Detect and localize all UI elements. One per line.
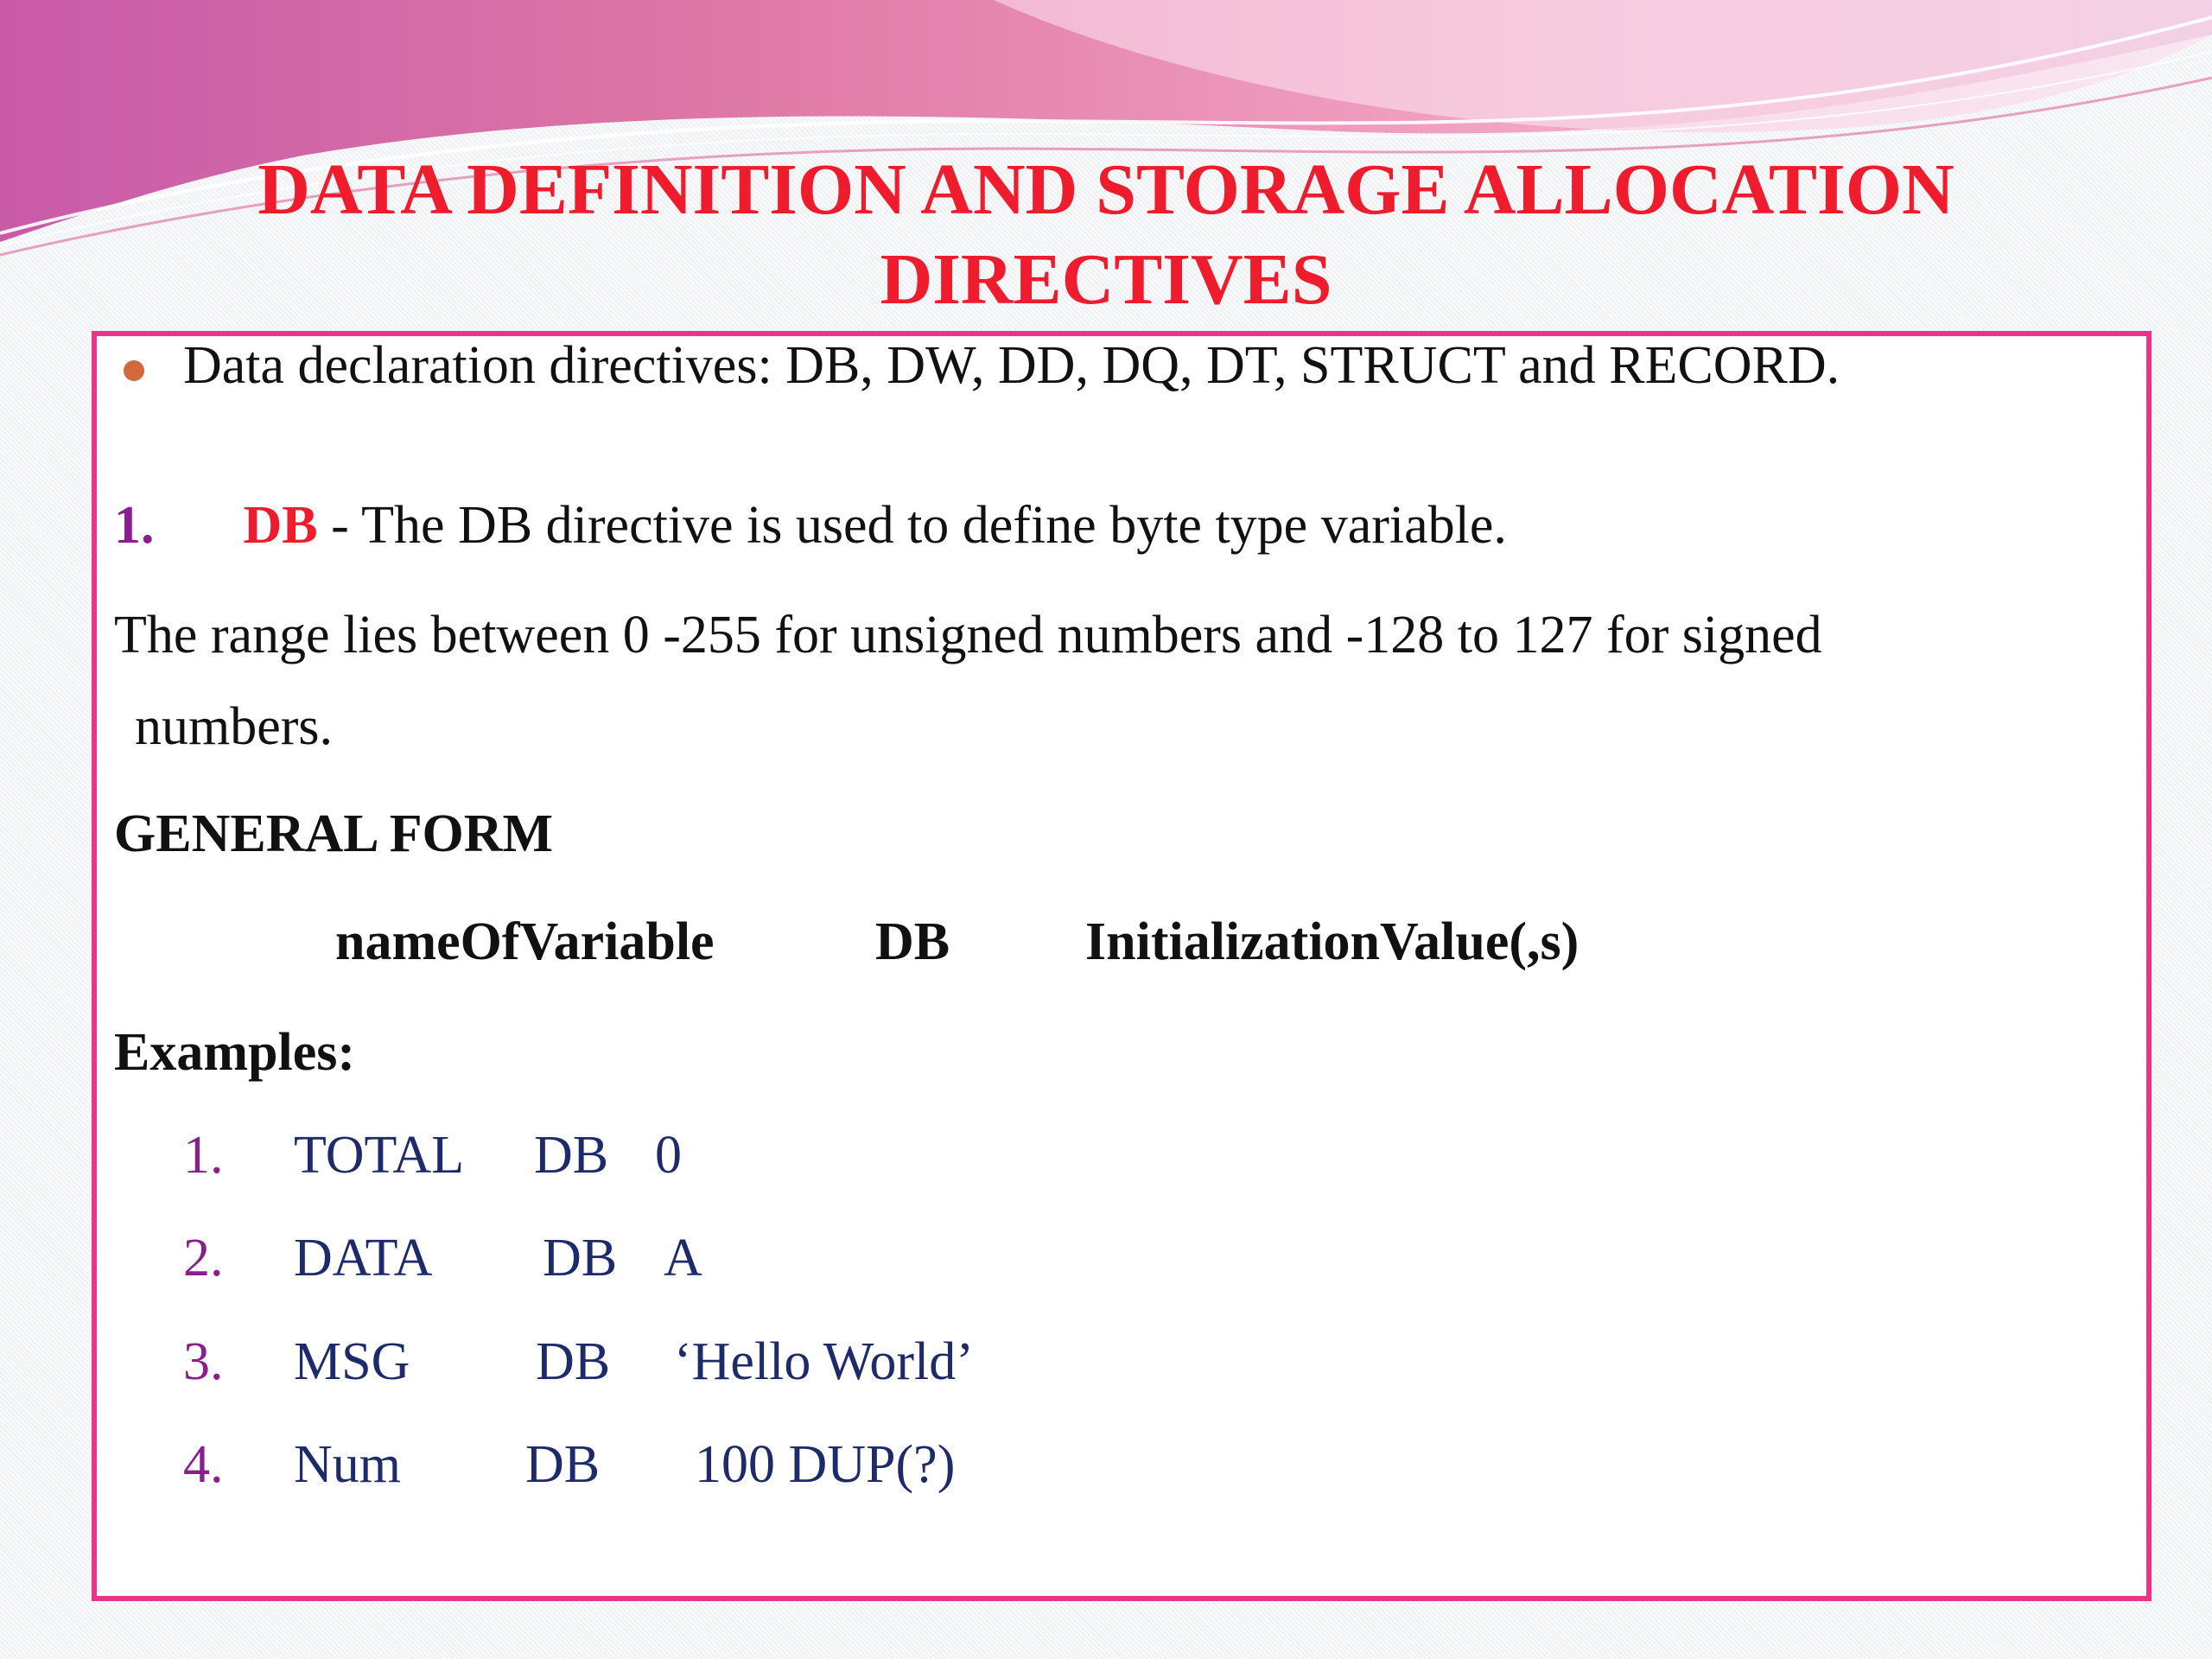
slide-title: DATA DEFINITION AND STORAGE ALLOCATION D… bbox=[0, 145, 2212, 325]
example-1-number: 1. bbox=[183, 1126, 224, 1185]
example-1-directive: DB bbox=[534, 1126, 609, 1185]
example-3-directive: DB bbox=[536, 1332, 611, 1391]
example-2-name: DATA bbox=[294, 1229, 433, 1287]
general-form-directive: DB bbox=[875, 912, 950, 971]
example-4-value: 100 DUP(?) bbox=[695, 1435, 956, 1494]
title-line-2: DIRECTIVES bbox=[880, 239, 1332, 320]
example-3-number: 3. bbox=[183, 1332, 224, 1391]
bullet-text: Data declaration directives: DB, DW, DD,… bbox=[183, 336, 1840, 395]
item-1-row: 1. DB - The DB directive is used to defi… bbox=[114, 495, 1507, 556]
example-4-number: 4. bbox=[183, 1435, 224, 1494]
range-line-2: numbers. bbox=[135, 697, 334, 756]
general-form-name: nameOfVariable bbox=[335, 912, 715, 971]
item-1-description: - The DB directive is used to define byt… bbox=[331, 496, 1507, 555]
example-2-directive: DB bbox=[543, 1229, 618, 1287]
example-1-value: 0 bbox=[655, 1126, 682, 1185]
slide: DATA DEFINITION AND STORAGE ALLOCATION D… bbox=[0, 0, 2212, 1659]
general-form-heading: GENERAL FORM bbox=[114, 804, 554, 863]
general-form-value: InitializationValue(,s) bbox=[1085, 912, 1580, 971]
examples-heading: Examples: bbox=[114, 1023, 355, 1082]
item-1-keyword: DB bbox=[243, 496, 318, 555]
range-line-1: The range lies between 0 -255 for unsign… bbox=[114, 606, 1822, 664]
example-4-name: Num bbox=[294, 1435, 401, 1494]
item-1-number: 1. bbox=[114, 496, 155, 555]
title-line-1: DATA DEFINITION AND STORAGE ALLOCATION bbox=[257, 149, 1955, 230]
bullet-dot-icon bbox=[124, 360, 144, 381]
example-1-name: TOTAL bbox=[294, 1126, 465, 1185]
example-4-directive: DB bbox=[525, 1435, 601, 1494]
example-2-value: A bbox=[664, 1229, 702, 1287]
example-3-name: MSG bbox=[294, 1332, 410, 1391]
example-3-value: ‘Hello World’ bbox=[674, 1332, 974, 1391]
example-2-number: 2. bbox=[183, 1229, 224, 1287]
